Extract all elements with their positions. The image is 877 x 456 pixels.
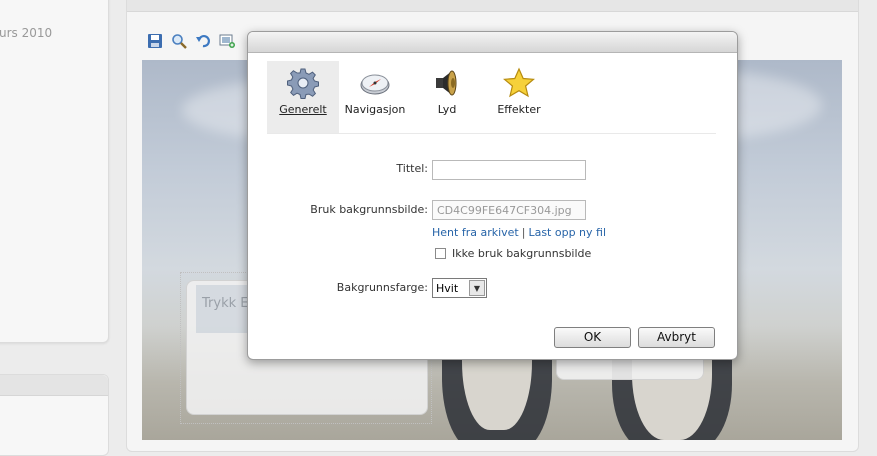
undo-icon[interactable]	[194, 32, 212, 50]
zoom-icon[interactable]	[170, 32, 188, 50]
tab-label: Navigasjon	[344, 103, 406, 116]
add-image-icon[interactable]	[218, 32, 236, 50]
no-background-checkbox[interactable]	[435, 248, 446, 259]
background-image-field[interactable]	[432, 200, 586, 220]
no-background-option: Ikke bruk bakgrunnsbilde	[435, 247, 591, 260]
editor-toolbar	[146, 32, 236, 50]
left-panel-lower	[0, 374, 109, 456]
speaker-icon	[436, 70, 457, 96]
upload-new-file-link[interactable]: Last opp ny fil	[528, 226, 606, 239]
left-panel-lower-header	[0, 375, 108, 396]
fetch-from-archive-link[interactable]: Hent fra arkivet	[432, 226, 519, 239]
text-box-label: Trykk El	[202, 296, 253, 311]
dialog-tabs: Generelt Navigasjon Lyd Effekter	[267, 61, 716, 134]
background-color-value: Hvit	[436, 281, 459, 295]
star-icon	[503, 67, 535, 98]
title-label: Tittel:	[396, 162, 428, 175]
dialog-titlebar[interactable]	[248, 32, 737, 53]
tab-effekter[interactable]: Effekter	[483, 61, 555, 133]
background-color-select[interactable]: Hvit ▼	[432, 278, 487, 298]
tab-navigasjon[interactable]: Navigasjon	[339, 61, 411, 133]
tab-generelt[interactable]: Generelt	[267, 61, 339, 133]
cancel-button[interactable]: Avbryt	[638, 327, 715, 348]
background-color-label: Bakgrunnsfarge:	[336, 281, 428, 294]
compass-icon	[360, 74, 390, 95]
tab-label: Lyd	[437, 103, 457, 116]
ok-button[interactable]: OK	[554, 327, 631, 348]
link-separator: |	[521, 226, 526, 239]
tab-label: Effekter	[497, 103, 541, 116]
background-image-label: Bruk bakgrunnsbilde:	[310, 203, 428, 216]
no-background-label: Ikke bruk bakgrunnsbilde	[452, 247, 592, 260]
date-text: urs 2010	[0, 26, 53, 40]
save-icon[interactable]	[146, 32, 164, 50]
image-links: Hent fra arkivet | Last opp ny fil	[432, 226, 606, 239]
main-panel-header	[127, 0, 858, 12]
tab-label: Generelt	[279, 103, 327, 116]
left-panel: urs 2010	[0, 0, 109, 343]
title-input[interactable]	[432, 160, 586, 180]
chevron-down-icon[interactable]: ▼	[469, 280, 485, 296]
gear-icon	[287, 68, 319, 99]
settings-dialog: Generelt Navigasjon Lyd Effekter Tittel:…	[247, 31, 738, 360]
tab-lyd[interactable]: Lyd	[411, 61, 483, 133]
